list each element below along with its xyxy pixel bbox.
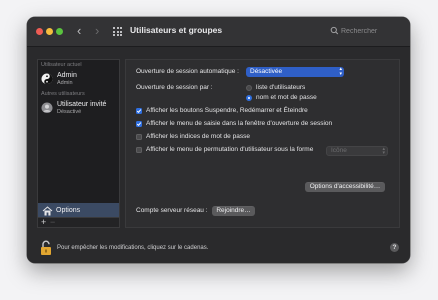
network-server-label: Compte serveur réseau : [136, 207, 208, 214]
users-sidebar: Utilisateur actuel Admin Admin Autres ut… [37, 59, 120, 228]
preferences-window: ‹ › Utilisateurs et groupes Utilisateur … [27, 17, 410, 263]
zoom-window-button[interactable] [56, 28, 63, 35]
user-role: Désactivé [57, 109, 82, 115]
fast-switch-style-value: Icône [331, 147, 347, 154]
section-current-user: Utilisateur actuel [41, 62, 82, 68]
user-row-admin[interactable]: Admin Admin [40, 71, 117, 89]
minimize-window-button[interactable] [46, 28, 53, 35]
lock-icon[interactable] [40, 240, 52, 256]
back-button[interactable]: ‹ [77, 24, 81, 38]
show-all-grid-icon[interactable] [113, 27, 122, 36]
login-as-label: Ouverture de session par : [136, 84, 213, 91]
user-row-guest[interactable]: Utilisateur invité Désactivé [40, 100, 117, 118]
auto-login-value: Désactivée [250, 68, 283, 75]
user-name: Utilisateur invité [57, 101, 107, 108]
add-user-button[interactable]: + [41, 217, 46, 227]
user-name: Admin [57, 72, 77, 79]
search-input[interactable] [341, 25, 401, 38]
checkbox-label: Afficher le menu de saisie dans la fenêt… [146, 120, 333, 127]
yin-yang-avatar-icon [41, 72, 53, 84]
radio-user-list[interactable] [246, 85, 252, 91]
guest-avatar-icon [41, 101, 53, 113]
remove-user-button[interactable]: − [50, 217, 55, 227]
close-window-button[interactable] [36, 28, 43, 35]
lock-message: Pour empêcher les modifications, cliquez… [57, 245, 209, 251]
checkbox-show-password-hints[interactable] [136, 134, 142, 140]
accessibility-options-button[interactable]: Options d'accessibilité… [305, 182, 385, 192]
checkbox-show-input-menu[interactable] [136, 121, 142, 127]
radio-user-list-label: liste d'utilisateurs [256, 84, 306, 91]
login-options-panel: Ouverture de session automatique : Désac… [125, 59, 400, 228]
search-icon [330, 26, 339, 35]
join-button[interactable]: Rejoindre… [212, 206, 255, 216]
checkbox-label: Afficher les indices de mot de passe [146, 133, 250, 140]
auto-login-popup[interactable]: Désactivée ▴ ▾ [246, 67, 344, 77]
window-title: Utilisateurs et groupes [130, 25, 223, 35]
help-button[interactable]: ? [390, 243, 399, 252]
house-icon [42, 206, 53, 216]
search-field[interactable] [327, 25, 403, 38]
auto-login-label: Ouverture de session automatique : [136, 68, 239, 75]
user-role: Admin [57, 80, 73, 86]
title-bar: ‹ › Utilisateurs et groupes [27, 17, 410, 47]
checkbox-label: Afficher les boutons Suspendre, Redémarr… [146, 107, 308, 114]
checkbox-label: Afficher le menu de permutation d'utilis… [146, 146, 314, 153]
section-other-users: Autres utilisateurs [41, 91, 85, 97]
popup-chevron-icon: ▴ ▾ [339, 66, 342, 77]
sidebar-toolbar: + − [38, 217, 119, 227]
fast-switch-style-popup[interactable]: Icône ▴ ▾ [326, 146, 388, 156]
checkbox-fast-user-switching[interactable] [136, 147, 142, 153]
popup-chevron-icon: ▴ ▾ [382, 146, 385, 156]
sidebar-item-label: Options [56, 207, 81, 214]
forward-button[interactable]: › [95, 24, 99, 38]
radio-name-password-label: nom et mot de passe [256, 94, 317, 101]
checkbox-show-power-buttons[interactable] [136, 108, 142, 114]
radio-name-password[interactable] [246, 95, 252, 101]
lock-bar: Pour empêcher les modifications, cliquez… [37, 239, 402, 257]
